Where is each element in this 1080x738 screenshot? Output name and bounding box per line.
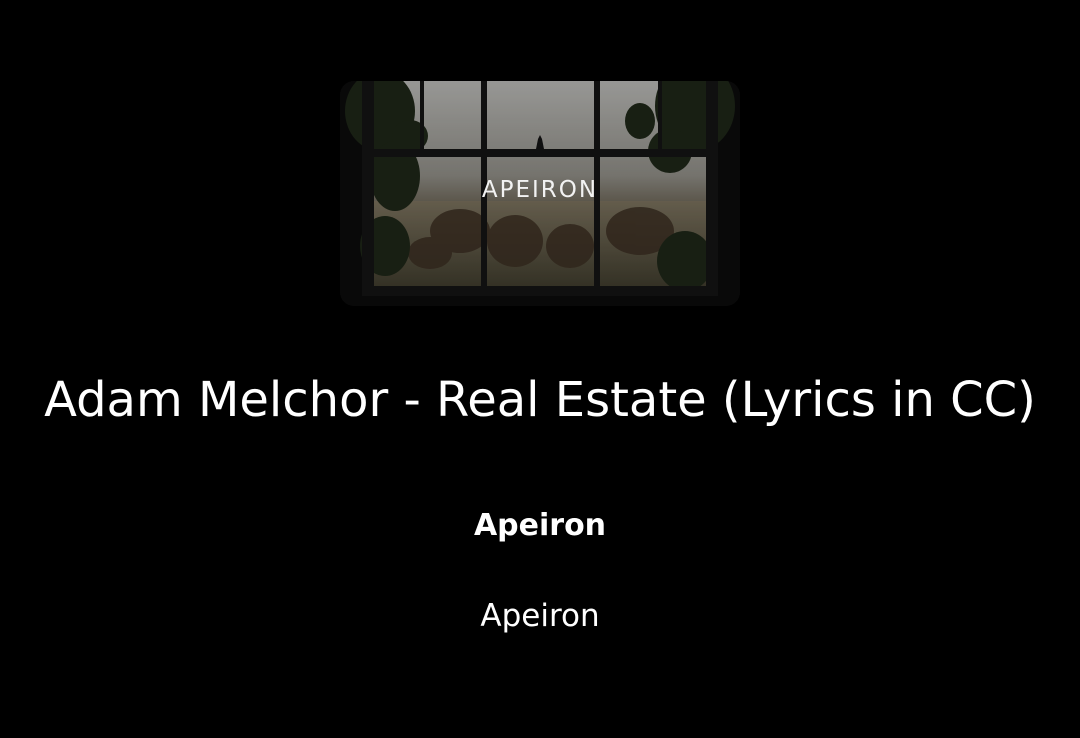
artwork-label: APEIRON — [481, 177, 599, 203]
media-subtitle: Apeiron — [480, 598, 600, 634]
album-artwork: APEIRON — [340, 81, 740, 306]
video-title: Adam Melchor - Real Estate (Lyrics in CC… — [44, 372, 1036, 428]
channel-name: Apeiron — [473, 508, 607, 543]
